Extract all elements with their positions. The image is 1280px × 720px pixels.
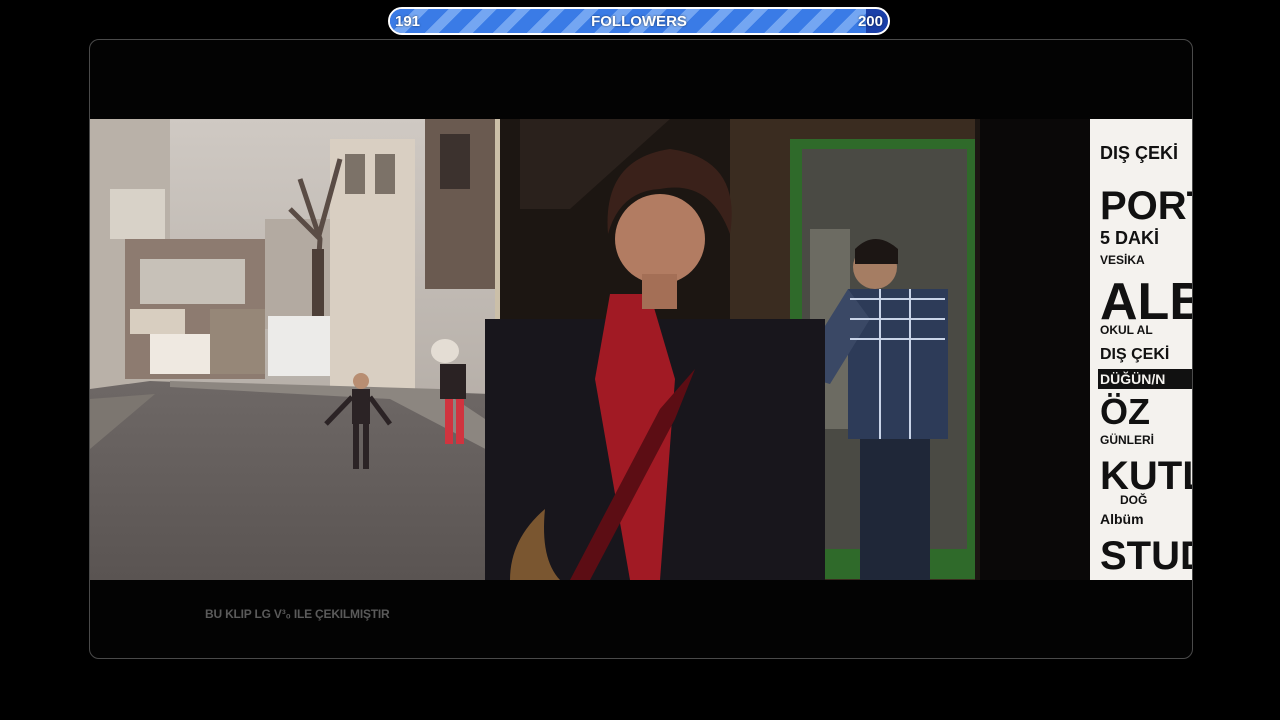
follower-goal-label: FOLLOWERS — [591, 12, 687, 30]
video-frame[interactable]: DIŞ ÇEKİ PORT 5 DAKİ VESİKA ALB OKUL AL … — [90, 119, 1192, 580]
video-watermark-caption: BU KLIP LG V³₀ ILE ÇEKILMIŞTIR — [205, 607, 390, 621]
poster-line: 5 DAKİ — [1100, 228, 1159, 248]
poster-line: DOĞ — [1120, 492, 1147, 507]
poster-line: OKUL AL — [1100, 323, 1153, 337]
poster-line: VESİKA — [1100, 252, 1145, 267]
follower-goal-bar: 191 FOLLOWERS 200 — [388, 7, 890, 35]
poster-line: KUTLA — [1100, 454, 1192, 498]
poster-line: GÜNLERİ — [1100, 432, 1154, 447]
poster-line: DIŞ ÇEKİ — [1100, 143, 1178, 163]
poster-line: DIŞ ÇEKİ — [1100, 345, 1169, 363]
video-player-frame[interactable]: DIŞ ÇEKİ PORT 5 DAKİ VESİKA ALB OKUL AL … — [89, 39, 1193, 659]
poster-line: PORT — [1100, 184, 1192, 228]
poster-line: DÜĞÜN/N — [1100, 370, 1165, 387]
poster-line: Albüm — [1100, 511, 1144, 527]
poster-line: STUDY — [1100, 534, 1192, 578]
music-video-scene: DIŞ ÇEKİ PORT 5 DAKİ VESİKA ALB OKUL AL … — [90, 119, 1192, 580]
poster-line: ÖZ — [1100, 391, 1150, 432]
follower-goal-target-count: 200 — [857, 12, 883, 30]
